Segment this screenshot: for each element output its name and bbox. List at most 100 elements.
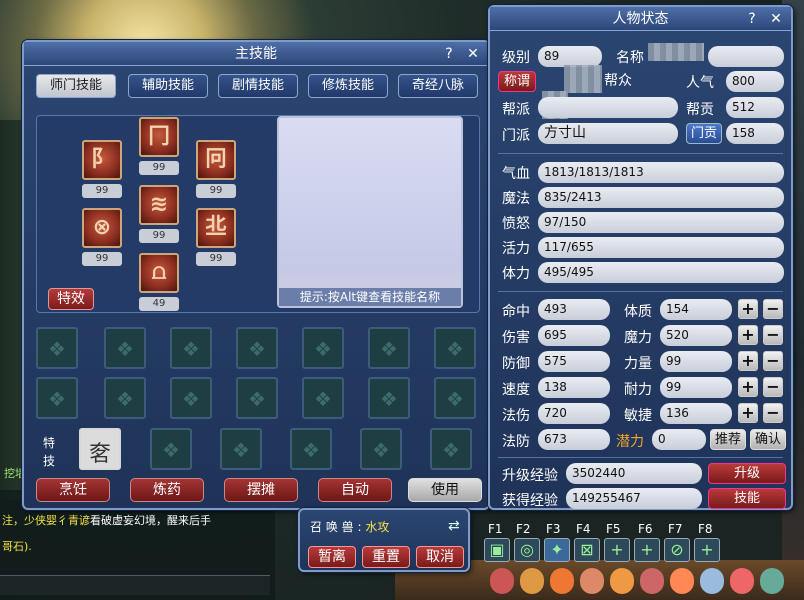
- skill-icon[interactable]: 丠: [196, 208, 236, 248]
- endurance-label: 耐力: [624, 382, 652, 398]
- close-icon[interactable]: ✕: [464, 45, 482, 63]
- pet-away-button[interactable]: 暂离: [308, 546, 356, 568]
- minus-button[interactable]: −: [763, 377, 783, 397]
- fkey-slot[interactable]: ▣: [484, 538, 510, 562]
- plus-button[interactable]: +: [738, 351, 758, 371]
- special-skill-icon[interactable]: 㚚: [79, 428, 121, 470]
- chat-line: 哥石).: [2, 540, 32, 553]
- minus-button[interactable]: −: [763, 299, 783, 319]
- tab-school-skills[interactable]: 师门技能: [36, 74, 116, 98]
- plus-button[interactable]: +: [738, 299, 758, 319]
- minus-button[interactable]: −: [763, 403, 783, 423]
- swap-icon[interactable]: ⇄: [448, 518, 460, 534]
- cook-button[interactable]: 烹饪: [36, 478, 110, 502]
- recommend-button[interactable]: 推荐: [710, 429, 746, 450]
- guild-value: [538, 97, 678, 118]
- skill-slot[interactable]: [170, 377, 212, 419]
- toolbar-icon[interactable]: [550, 568, 574, 594]
- hp-value: 1813/1813/1813: [538, 162, 784, 183]
- skill-slot[interactable]: [434, 377, 476, 419]
- skill-slot[interactable]: [236, 377, 278, 419]
- plus-button[interactable]: +: [738, 403, 758, 423]
- close-icon[interactable]: ✕: [767, 10, 785, 28]
- speed-value: 138: [538, 377, 610, 398]
- fkey-slot[interactable]: ✦: [544, 538, 570, 562]
- title-button[interactable]: 称谓: [498, 71, 536, 92]
- toolbar-icon[interactable]: [610, 568, 634, 594]
- pet-reset-button[interactable]: 重置: [362, 546, 410, 568]
- fkey-slot[interactable]: ◎: [514, 538, 540, 562]
- toolbar-icon[interactable]: [640, 568, 664, 594]
- upgrade-exp-value: 3502440: [566, 463, 702, 484]
- upgrade-exp-label: 升级经验: [502, 468, 558, 484]
- fkey-slot[interactable]: ⊠: [574, 538, 600, 562]
- skill-icon[interactable]: 阝: [82, 140, 122, 180]
- plus-button[interactable]: +: [738, 325, 758, 345]
- skill-slot[interactable]: [104, 327, 146, 369]
- chat-input[interactable]: [0, 575, 270, 595]
- strength-value: 99: [660, 351, 732, 372]
- skill-icon[interactable]: ⊗: [82, 208, 122, 248]
- tab-cultivation-skills[interactable]: 修炼技能: [308, 74, 388, 98]
- skill-slot[interactable]: [236, 327, 278, 369]
- upgrade-button[interactable]: 升级: [708, 463, 786, 484]
- fkey-label: F4: [576, 522, 591, 536]
- skill-slot[interactable]: [368, 327, 410, 369]
- skill-slot[interactable]: [368, 377, 410, 419]
- hit-value: 493: [538, 299, 610, 320]
- fkey-label: F6: [638, 522, 653, 536]
- alchemy-button[interactable]: 炼药: [130, 478, 204, 502]
- school-contribution-button[interactable]: 门贡: [686, 123, 722, 144]
- magic-defense-value: 673: [538, 429, 610, 450]
- tab-meridian-skills[interactable]: 奇经八脉: [398, 74, 478, 98]
- tab-assist-skills[interactable]: 辅助技能: [128, 74, 208, 98]
- help-icon[interactable]: ?: [440, 45, 458, 63]
- minus-button[interactable]: −: [763, 351, 783, 371]
- magic-defense-label: 法防: [502, 434, 530, 450]
- help-icon[interactable]: ?: [743, 10, 761, 28]
- skill-icon[interactable]: 冋: [196, 140, 236, 180]
- confirm-button[interactable]: 确认: [750, 429, 786, 450]
- chat-text: 看破虚妄幻境，醒来后手: [90, 514, 211, 527]
- special-slot[interactable]: [150, 428, 192, 470]
- skill-slot[interactable]: [36, 327, 78, 369]
- stamina-value: 495/495: [538, 262, 784, 283]
- pet-cancel-button[interactable]: 取消: [416, 546, 464, 568]
- toolbar-icon[interactable]: [730, 568, 754, 594]
- skill-icon[interactable]: 冂: [139, 117, 179, 157]
- special-slot[interactable]: [430, 428, 472, 470]
- effect-button[interactable]: 特效: [48, 288, 94, 310]
- use-button[interactable]: 使用: [408, 478, 482, 502]
- special-slot[interactable]: [360, 428, 402, 470]
- skill-slot[interactable]: [434, 327, 476, 369]
- gained-exp-label: 获得经验: [502, 493, 558, 509]
- skill-icon[interactable]: ≋: [139, 185, 179, 225]
- special-slot[interactable]: [290, 428, 332, 470]
- skill-slot[interactable]: [302, 377, 344, 419]
- fkey-label: F5: [606, 522, 621, 536]
- constitution-value: 154: [660, 299, 732, 320]
- tab-story-skills[interactable]: 剧情技能: [218, 74, 298, 98]
- fkey-slot[interactable]: +: [694, 538, 720, 562]
- skill-slot[interactable]: [104, 377, 146, 419]
- toolbar-icon[interactable]: [490, 568, 514, 594]
- stall-button[interactable]: 摆摊: [224, 478, 298, 502]
- toolbar-icon[interactable]: [670, 568, 694, 594]
- auto-button[interactable]: 自动: [318, 478, 392, 502]
- skill-slot[interactable]: [302, 327, 344, 369]
- fkey-slot[interactable]: +: [634, 538, 660, 562]
- plus-button[interactable]: +: [738, 377, 758, 397]
- minus-button[interactable]: −: [763, 325, 783, 345]
- fkey-slot[interactable]: +: [604, 538, 630, 562]
- skill-slot[interactable]: [170, 327, 212, 369]
- toolbar-icon[interactable]: [520, 568, 544, 594]
- defense-label: 防御: [502, 356, 530, 372]
- skills-button[interactable]: 技能: [708, 488, 786, 509]
- skill-slot[interactable]: [36, 377, 78, 419]
- skill-icon[interactable]: ⩍: [139, 253, 179, 293]
- toolbar-icon[interactable]: [580, 568, 604, 594]
- fkey-slot[interactable]: ⊘: [664, 538, 690, 562]
- toolbar-icon[interactable]: [700, 568, 724, 594]
- toolbar-icon[interactable]: [760, 568, 784, 594]
- special-slot[interactable]: [220, 428, 262, 470]
